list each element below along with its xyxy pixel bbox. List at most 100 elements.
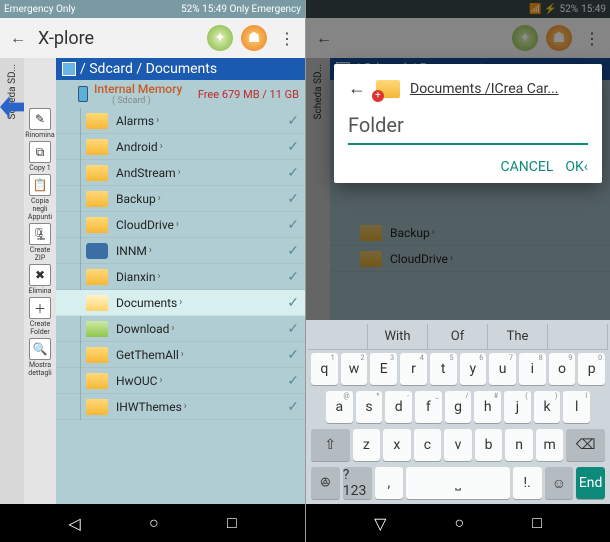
folder-row[interactable]: CloudDrive›✓ (56, 212, 305, 238)
key-y[interactable]: 6y (460, 353, 487, 385)
key-s[interactable]: *s (356, 391, 383, 423)
rail-mostra-dettagli[interactable]: 🔍Mostra dettagli (25, 338, 55, 377)
folder-row[interactable]: HwOUC›✓ (56, 368, 305, 394)
nav-home-icon[interactable]: ○ (454, 513, 464, 533)
nav-home-icon[interactable]: ○ (149, 513, 159, 533)
soft-keyboard[interactable]: WithOfThe 1q2w3E4r5t6y7u8i9o0p @a*s-d_f/… (306, 320, 610, 504)
ok-button[interactable]: OK‹ (565, 159, 588, 175)
suggestion[interactable]: With (368, 324, 428, 349)
check-icon[interactable]: ✓ (287, 217, 299, 233)
nav-back-icon[interactable]: ◁ (68, 514, 80, 533)
key-n[interactable]: n (505, 429, 533, 461)
folder-row[interactable]: Documents›✓ (56, 290, 305, 316)
storage-row[interactable]: Internal Memory ( Sdcard ) Free 679 MB /… (56, 80, 305, 108)
check-icon[interactable]: ✓ (287, 165, 299, 181)
check-icon[interactable]: ✓ (287, 321, 299, 337)
folder-icon (86, 269, 108, 285)
key-u[interactable]: 7u (489, 353, 516, 385)
key-m[interactable]: m (536, 429, 564, 461)
folder-row[interactable]: Download›✓ (56, 316, 305, 342)
key-p[interactable]: 0p (578, 353, 605, 385)
key-E[interactable]: 3E (370, 353, 397, 385)
key-symbols[interactable]: ?123 (343, 467, 372, 499)
dialog-back-icon[interactable]: ← (348, 78, 366, 99)
nav-recent-icon[interactable]: □ (532, 513, 542, 533)
key-emoji[interactable]: ☺ (545, 467, 574, 499)
check-icon[interactable]: ✓ (287, 191, 299, 207)
chevron-right-icon: › (156, 115, 159, 126)
folder-name-input[interactable] (348, 109, 588, 145)
folder-icon (86, 165, 108, 181)
suggestion[interactable] (548, 324, 608, 349)
key-comma[interactable]: , (375, 467, 404, 499)
key-f[interactable]: _f (415, 391, 442, 423)
bookmark-icon[interactable]: ☗ (241, 25, 267, 51)
folder-row[interactable]: Android›✓ (56, 134, 305, 160)
check-icon[interactable]: ✓ (287, 243, 299, 259)
key-v[interactable]: v (444, 429, 472, 461)
suggestion-bar[interactable]: WithOfThe (308, 324, 608, 350)
folder-row[interactable]: Backup›✓ (56, 186, 305, 212)
key-x[interactable]: x (383, 429, 411, 461)
key-o[interactable]: 9o (549, 353, 576, 385)
key-c[interactable]: c (414, 429, 442, 461)
chevron-right-icon: › (179, 297, 182, 308)
rail-create-folder[interactable]: ＋Create Folder (25, 297, 55, 336)
folder-row[interactable]: IHWThemes›✓ (56, 394, 305, 420)
folder-row[interactable]: Alarms›✓ (56, 108, 305, 134)
key-r[interactable]: 4r (400, 353, 427, 385)
key-backspace[interactable]: ⌫ (566, 429, 605, 461)
overflow-icon[interactable]: ⋮ (275, 26, 299, 50)
check-icon[interactable]: ✓ (287, 139, 299, 155)
rail-elimina[interactable]: ✖Elimina (25, 264, 55, 295)
key-k[interactable]: )k (534, 391, 561, 423)
key-shift[interactable]: ⇧ (311, 429, 350, 461)
check-icon[interactable]: ✓ (287, 373, 299, 389)
key-j[interactable]: (j (504, 391, 531, 423)
check-icon[interactable]: ✓ (287, 347, 299, 363)
key-voice[interactable]: ꔮ (311, 467, 340, 499)
folder-icon (86, 191, 108, 207)
check-icon[interactable]: ✓ (287, 295, 299, 311)
rail-copia-negli-appunti[interactable]: 📋Copia negli Appunti (25, 174, 55, 221)
key-q[interactable]: 1q (311, 353, 338, 385)
rail-copy-1[interactable]: ⧉Copy 1 (25, 141, 55, 172)
check-icon[interactable]: ✓ (287, 269, 299, 285)
rail-rinomina[interactable]: ✎Rinomina (25, 108, 55, 139)
check-icon[interactable]: ✓ (287, 399, 299, 415)
folder-row[interactable]: INNM›✓ (56, 238, 305, 264)
cancel-button[interactable]: CANCEL (501, 159, 554, 175)
key-a[interactable]: @a (326, 391, 353, 423)
folder-row[interactable]: GetThemAll›✓ (56, 342, 305, 368)
key-enter[interactable]: End (576, 467, 605, 499)
donate-icon[interactable]: ✦ (207, 25, 233, 51)
phone-icon (78, 86, 88, 102)
key-d[interactable]: -d (385, 391, 412, 423)
key-h[interactable]: #h (474, 391, 501, 423)
suggestion[interactable] (308, 324, 368, 349)
suggestion[interactable]: Of (428, 324, 488, 349)
key-l[interactable]: ll (563, 391, 590, 423)
check-icon[interactable]: ✓ (287, 113, 299, 129)
file-tree[interactable]: / Sdcard / Documents Internal Memory ( S… (56, 58, 305, 542)
status-bar: Emergency Only 52% 15:49 Only Emergency (0, 0, 305, 18)
suggestion[interactable]: The (488, 324, 548, 349)
rail-create-zip[interactable]: 🗜Create ZIP (25, 223, 55, 262)
folder-label: AndStream (116, 166, 176, 180)
key-i[interactable]: 8i (519, 353, 546, 385)
key-period[interactable]: !. (513, 467, 542, 499)
side-tab[interactable]: Scheda SD... (0, 58, 24, 542)
folder-row[interactable]: AndStream›✓ (56, 160, 305, 186)
path-bar[interactable]: / Sdcard / Documents (56, 58, 305, 80)
folder-row[interactable]: Dianxin›✓ (56, 264, 305, 290)
folder-label: INNM (116, 244, 147, 258)
key-space[interactable]: ⎵ (406, 467, 510, 499)
key-g[interactable]: /g (445, 391, 472, 423)
nav-hide-keyboard-icon[interactable]: ▽ (374, 514, 386, 533)
key-b[interactable]: b (475, 429, 503, 461)
key-t[interactable]: 5t (430, 353, 457, 385)
nav-recent-icon[interactable]: □ (227, 513, 237, 533)
key-w[interactable]: 2w (341, 353, 368, 385)
key-z[interactable]: z (353, 429, 381, 461)
back-icon[interactable]: ← (6, 26, 30, 50)
